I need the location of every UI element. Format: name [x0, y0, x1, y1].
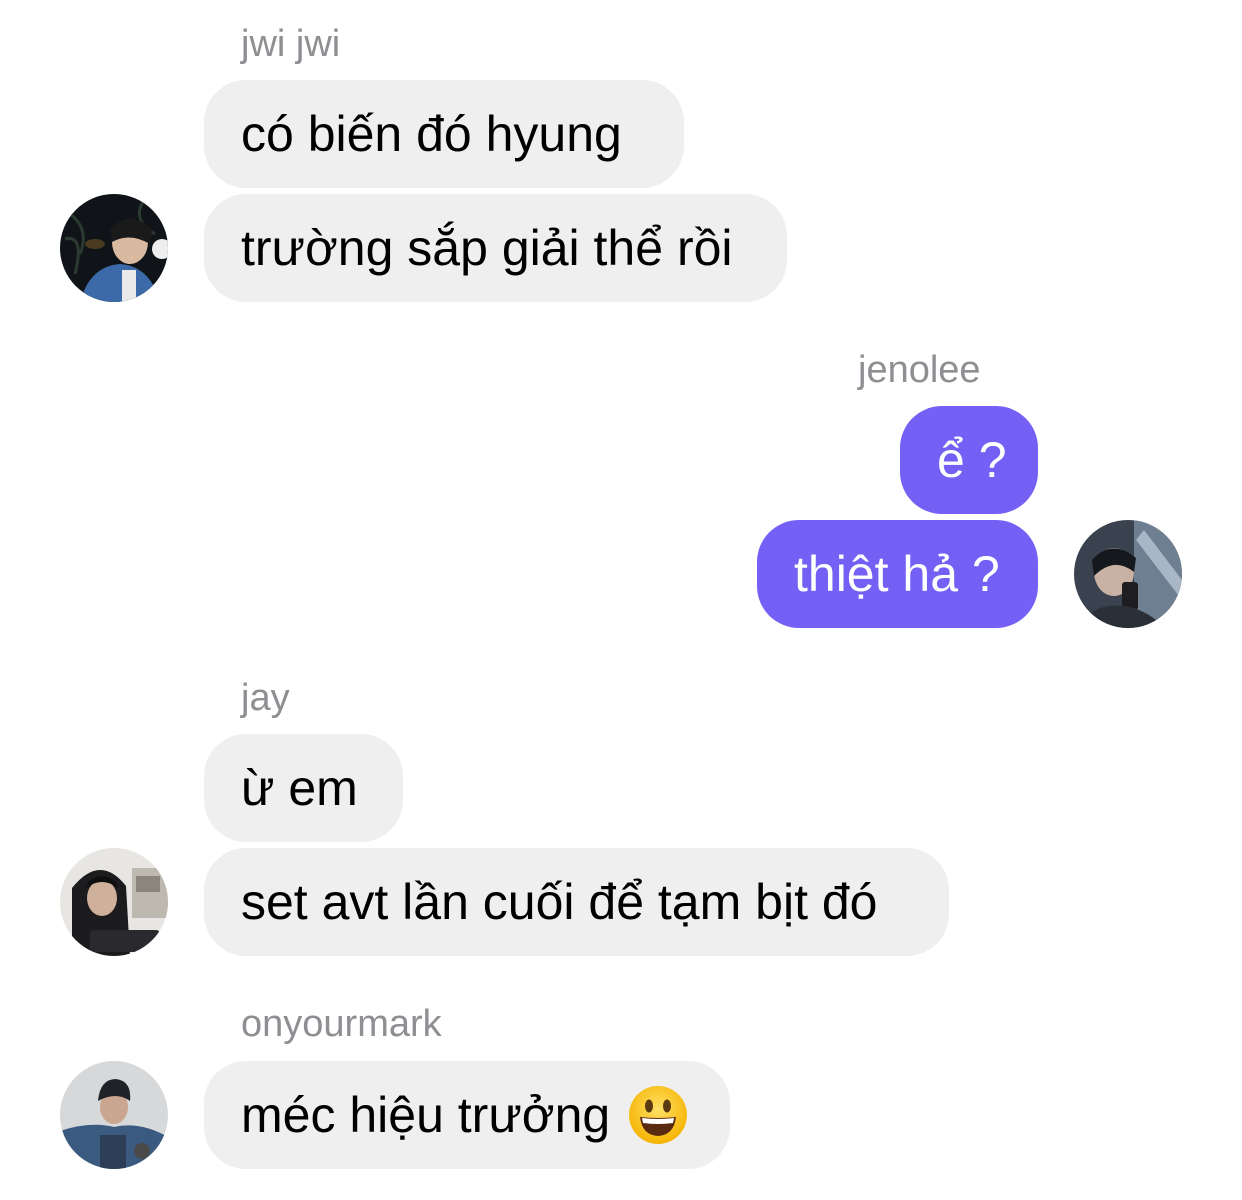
message-text: có biến đó hyung	[241, 106, 622, 162]
message-bubble[interactable]: ể ?	[900, 406, 1038, 514]
message-text: thiệt hả ?	[794, 546, 1000, 602]
message-text: méc hiệu trưởng	[241, 1087, 611, 1143]
avatar-jay[interactable]	[60, 848, 168, 956]
sender-name-jay: jay	[241, 677, 290, 719]
sender-name-jenolee: jenolee	[858, 349, 981, 391]
message-text: trường sắp giải thể rồi	[241, 220, 733, 276]
message-bubble[interactable]: set avt lần cuối để tạm bịt đó	[204, 848, 949, 956]
message-bubble[interactable]: thiệt hả ?	[757, 520, 1038, 628]
message-bubble[interactable]: trường sắp giải thể rồi	[204, 194, 787, 302]
message-bubble[interactable]: méc hiệu trưởng	[204, 1061, 730, 1169]
avatar-jwi-jwi[interactable]	[60, 194, 168, 302]
grinning-face-emoji	[628, 1085, 688, 1145]
message-bubble[interactable]: có biến đó hyung	[204, 80, 684, 188]
message-bubble[interactable]: ừ em	[204, 734, 403, 842]
avatar-onyourmark[interactable]	[60, 1061, 168, 1169]
message-text: set avt lần cuối để tạm bịt đó	[241, 874, 878, 930]
message-text: ừ em	[241, 760, 358, 816]
sender-name-jwi-jwi: jwi jwi	[241, 23, 341, 65]
avatar-jenolee[interactable]	[1074, 520, 1182, 628]
sender-name-onyourmark: onyourmark	[241, 1003, 442, 1045]
message-text: ể ?	[937, 432, 1007, 488]
